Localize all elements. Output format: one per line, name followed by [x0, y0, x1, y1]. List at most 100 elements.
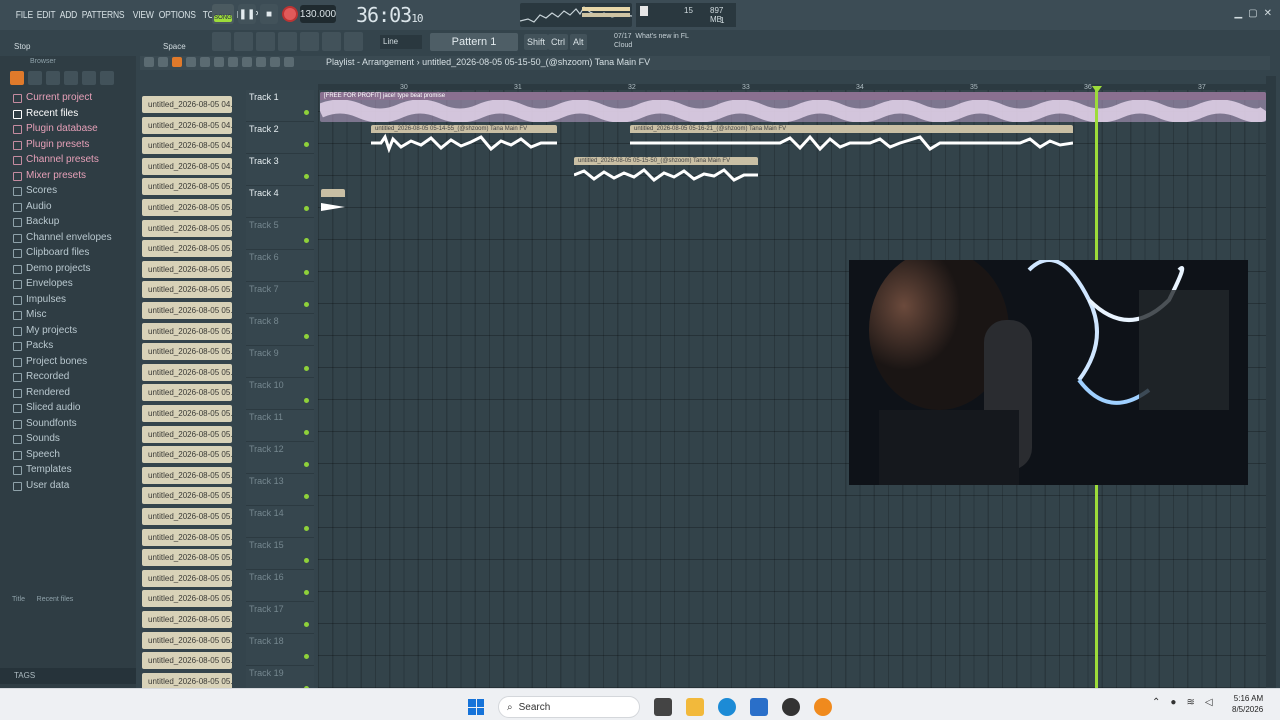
- ctrl-key-button[interactable]: Ctrl: [548, 34, 568, 50]
- track-header[interactable]: Track 16: [246, 570, 314, 602]
- playback-tool-icon[interactable]: [284, 57, 294, 67]
- track-header[interactable]: Track 11: [246, 410, 314, 442]
- browser-item[interactable]: Speech: [0, 449, 136, 465]
- browser-item[interactable]: Mixer presets: [0, 170, 136, 186]
- browser-item[interactable]: Envelopes: [0, 278, 136, 294]
- slip-tool-icon[interactable]: [228, 57, 238, 67]
- pattern-song-toggle[interactable]: SONG: [212, 4, 234, 24]
- store-icon[interactable]: [750, 698, 768, 716]
- paint-tool-icon[interactable]: [186, 57, 196, 67]
- record-button[interactable]: [282, 6, 298, 22]
- wifi-icon[interactable]: ≋: [1186, 697, 1194, 708]
- track-mute-led[interactable]: [304, 590, 309, 595]
- browser-item[interactable]: Channel presets: [0, 154, 136, 170]
- clip-vocal-2[interactable]: untitled_2026-08-05 05-16-21_(@shzoom) T…: [630, 125, 1073, 153]
- track-header[interactable]: Track 6: [246, 250, 314, 282]
- track-mute-led[interactable]: [304, 302, 309, 307]
- browser-item[interactable]: My projects: [0, 325, 136, 341]
- plugin-picker-icon[interactable]: [322, 32, 341, 51]
- browser-item[interactable]: Recent files: [0, 108, 136, 124]
- track-mute-led[interactable]: [304, 334, 309, 339]
- browser-star-icon[interactable]: [100, 71, 114, 85]
- track-header[interactable]: Track 15: [246, 538, 314, 570]
- track-mute-led[interactable]: [304, 398, 309, 403]
- draw-tool-icon[interactable]: [172, 57, 182, 67]
- browser-item[interactable]: Backup: [0, 216, 136, 232]
- select-tool-icon[interactable]: [256, 57, 266, 67]
- song-time-display[interactable]: 36:0310: [356, 3, 423, 27]
- track-mute-led[interactable]: [304, 270, 309, 275]
- browser-cloud-icon[interactable]: [82, 71, 96, 85]
- browser-item[interactable]: Sounds: [0, 433, 136, 449]
- track-header[interactable]: Track 10: [246, 378, 314, 410]
- browser-item[interactable]: Demo projects: [0, 263, 136, 279]
- browser-item[interactable]: Plugin database: [0, 123, 136, 139]
- track-header[interactable]: Track 7: [246, 282, 314, 314]
- browser-item[interactable]: Misc: [0, 309, 136, 325]
- browser-item[interactable]: Sliced audio: [0, 402, 136, 418]
- browser-item[interactable]: Packs: [0, 340, 136, 356]
- track-mute-led[interactable]: [304, 494, 309, 499]
- track-mute-led[interactable]: [304, 238, 309, 243]
- app-icon[interactable]: [782, 698, 800, 716]
- track-header[interactable]: Track 9: [246, 346, 314, 378]
- browser-icon[interactable]: [278, 32, 297, 51]
- track-mute-led[interactable]: [304, 654, 309, 659]
- track-header[interactable]: Track 5: [246, 218, 314, 250]
- track-header[interactable]: Track 14: [246, 506, 314, 538]
- browser-item[interactable]: Scores: [0, 185, 136, 201]
- fl-studio-icon[interactable]: [814, 698, 832, 716]
- channel-rack-icon[interactable]: [256, 32, 275, 51]
- task-view-icon[interactable]: [654, 698, 672, 716]
- track-mute-led[interactable]: [304, 110, 309, 115]
- browser-tag-icon[interactable]: [64, 71, 78, 85]
- clip-vocal-1[interactable]: untitled_2026-08-05 05-14-55_(@shzoom) T…: [371, 125, 557, 153]
- track-header[interactable]: Track 2: [246, 122, 314, 154]
- track-mute-led[interactable]: [304, 142, 309, 147]
- browser-item[interactable]: Recorded: [0, 371, 136, 387]
- slice-tool-icon[interactable]: [242, 57, 252, 67]
- tempo-display[interactable]: 130.000: [300, 5, 336, 23]
- microphone-tray-icon[interactable]: ●: [1170, 697, 1176, 708]
- browser-item[interactable]: Rendered: [0, 387, 136, 403]
- track-header[interactable]: Track 17: [246, 602, 314, 634]
- browser-item[interactable]: Current project: [0, 92, 136, 108]
- taskbar-clock[interactable]: 5:16 AM 8/5/2026: [1232, 693, 1263, 715]
- track-mute-led[interactable]: [304, 206, 309, 211]
- browser-item[interactable]: Templates: [0, 464, 136, 480]
- track-header[interactable]: Track 8: [246, 314, 314, 346]
- chevron-up-icon[interactable]: ⌃: [1152, 697, 1160, 708]
- snap-selector[interactable]: Line: [380, 35, 422, 49]
- clip-vocal-3[interactable]: untitled_2026-08-05 05-15-50_(@shzoom) T…: [574, 157, 758, 185]
- track-header[interactable]: Track 4: [246, 186, 314, 218]
- playlist-vertical-scrollbar[interactable]: [1266, 76, 1276, 688]
- track-header[interactable]: Track 13: [246, 474, 314, 506]
- menu-view[interactable]: VIEW: [131, 10, 155, 21]
- volume-icon[interactable]: ◁: [1205, 697, 1213, 708]
- browser-item[interactable]: Plugin presets: [0, 139, 136, 155]
- tags-bar[interactable]: TAGS: [0, 668, 136, 684]
- playlist-view-icon[interactable]: [212, 32, 231, 51]
- track-header[interactable]: Track 1: [246, 90, 314, 122]
- browser-file-icon[interactable]: [28, 71, 42, 85]
- browser-options-icon[interactable]: [10, 71, 24, 85]
- track-mute-led[interactable]: [304, 462, 309, 467]
- track-header[interactable]: Track 18: [246, 634, 314, 666]
- track-header[interactable]: Track 12: [246, 442, 314, 474]
- browser-item[interactable]: Project bones: [0, 356, 136, 372]
- restore-icon[interactable]: ▢: [1248, 8, 1257, 19]
- track-mute-led[interactable]: [304, 558, 309, 563]
- track-header[interactable]: Track 3: [246, 154, 314, 186]
- close-icon[interactable]: ✕: [1264, 8, 1272, 19]
- delete-tool-icon[interactable]: [200, 57, 210, 67]
- browser-back-icon[interactable]: [46, 71, 60, 85]
- track-mute-led[interactable]: [304, 174, 309, 179]
- windows-start-icon[interactable]: [468, 699, 484, 715]
- mixer-icon[interactable]: [300, 32, 319, 51]
- magnet-icon[interactable]: [158, 57, 168, 67]
- file-explorer-icon[interactable]: [686, 698, 704, 716]
- piano-roll-icon[interactable]: [234, 32, 253, 51]
- taskbar-search[interactable]: ⌕ Search: [498, 696, 640, 718]
- pattern-selector[interactable]: Pattern 1: [430, 33, 518, 51]
- track-mute-led[interactable]: [304, 430, 309, 435]
